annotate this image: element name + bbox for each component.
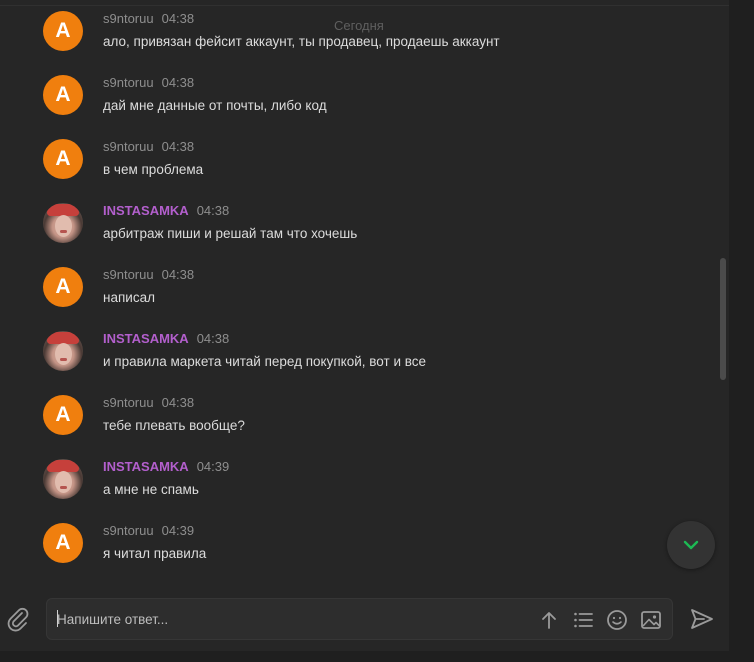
reply-input[interactable]: [57, 607, 527, 631]
message: A s9ntoruu 04:39 я читал правила: [0, 523, 700, 579]
top-divider: [0, 5, 730, 6]
avatar[interactable]: [43, 459, 83, 499]
avatar[interactable]: [43, 331, 83, 371]
message: A s9ntoruu 04:38 написал: [0, 267, 700, 323]
avatar[interactable]: A: [43, 395, 83, 435]
message-time: 04:39: [161, 523, 195, 538]
avatar-face: [55, 471, 72, 493]
message-text: я читал правила: [103, 546, 207, 561]
message-text: написал: [103, 290, 155, 305]
message-header: s9ntoruu 04:38: [103, 267, 194, 282]
message-header: s9ntoruu 04:38: [103, 75, 194, 90]
right-edge-panel: [729, 0, 754, 662]
author-name[interactable]: s9ntoruu: [103, 395, 154, 410]
message-text: дай мне данные от почты, либо код: [103, 98, 327, 113]
message-text: арбитраж пиши и решай там что хочешь: [103, 226, 358, 241]
message-header: s9ntoruu 04:38: [103, 139, 194, 154]
author-name[interactable]: s9ntoruu: [103, 139, 154, 154]
text-cursor: [57, 610, 58, 627]
message-header: s9ntoruu 04:38: [103, 11, 194, 26]
send-button[interactable]: [688, 606, 716, 632]
message-text: в чем проблема: [103, 162, 204, 177]
author-name[interactable]: INSTASAMKA: [103, 203, 189, 218]
smile-icon: [607, 610, 627, 630]
avatar[interactable]: A: [43, 267, 83, 307]
avatar[interactable]: A: [43, 523, 83, 563]
emoji-button[interactable]: [606, 609, 628, 631]
avatar[interactable]: A: [43, 75, 83, 115]
upload-button[interactable]: [538, 609, 560, 631]
message-time: 04:38: [161, 11, 195, 26]
author-name[interactable]: s9ntoruu: [103, 11, 154, 26]
message-header: INSTASAMKA 04:38: [103, 331, 229, 346]
scroll-to-bottom-button[interactable]: [667, 521, 715, 569]
message-time: 04:38: [161, 139, 195, 154]
avatar[interactable]: [43, 203, 83, 243]
message: A s9ntoruu 04:38 в чем проблема: [0, 139, 700, 195]
author-name[interactable]: INSTASAMKA: [103, 331, 189, 346]
avatar[interactable]: A: [43, 11, 83, 51]
message-time: 04:38: [161, 75, 195, 90]
image-icon: [641, 611, 661, 629]
author-name[interactable]: s9ntoruu: [103, 267, 154, 282]
message-time: 04:38: [161, 395, 195, 410]
send-icon: [691, 609, 713, 629]
message-header: INSTASAMKA 04:38: [103, 203, 229, 218]
message: A s9ntoruu 04:38 дай мне данные от почты,…: [0, 75, 700, 131]
avatar-lips: [60, 486, 67, 489]
avatar[interactable]: A: [43, 139, 83, 179]
message-header: s9ntoruu 04:38: [103, 395, 194, 410]
message: INSTASAMKA 04:39 а мне не спамь: [0, 459, 700, 515]
message: INSTASAMKA 04:38 и правила маркета читай …: [0, 331, 700, 387]
scrollbar-thumb[interactable]: [720, 258, 726, 380]
message-time: 04:38: [196, 331, 230, 346]
avatar-face: [55, 343, 72, 365]
avatar-face: [55, 215, 72, 237]
avatar-lips: [60, 230, 67, 233]
paperclip-icon: [7, 607, 29, 632]
attach-button[interactable]: [5, 606, 31, 632]
message-text: а мне не спамь: [103, 482, 199, 497]
message: A s9ntoruu 04:38 ало, привязан фейсит акк…: [0, 11, 700, 67]
image-button[interactable]: [640, 609, 662, 631]
message-time: 04:39: [196, 459, 230, 474]
message-time: 04:38: [196, 203, 230, 218]
author-name[interactable]: INSTASAMKA: [103, 459, 189, 474]
message: A s9ntoruu 04:38 тебе плевать вообще?: [0, 395, 700, 451]
chat-history: Сегодня A s9ntoruu 04:38 ало, привязан фе…: [0, 0, 730, 590]
bottom-edge-panel: [0, 651, 754, 662]
list-icon: [574, 612, 593, 628]
message-text: и правила маркета читай перед покупкой, …: [103, 354, 427, 369]
message-time: 04:38: [161, 267, 195, 282]
avatar-lips: [60, 358, 67, 361]
message-text: тебе плевать вообще?: [103, 418, 245, 433]
author-name[interactable]: s9ntoruu: [103, 523, 154, 538]
arrow-up-icon: [542, 612, 556, 629]
chevron-down-icon: [683, 540, 699, 550]
message-header: s9ntoruu 04:39: [103, 523, 194, 538]
author-name[interactable]: s9ntoruu: [103, 75, 154, 90]
message-header: INSTASAMKA 04:39: [103, 459, 229, 474]
message: INSTASAMKA 04:38 арбитраж пиши и решай та…: [0, 203, 700, 259]
message-composer: [46, 598, 673, 640]
list-button[interactable]: [572, 609, 594, 631]
message-text: ало, привязан фейсит аккаунт, ты продаве…: [103, 34, 500, 49]
